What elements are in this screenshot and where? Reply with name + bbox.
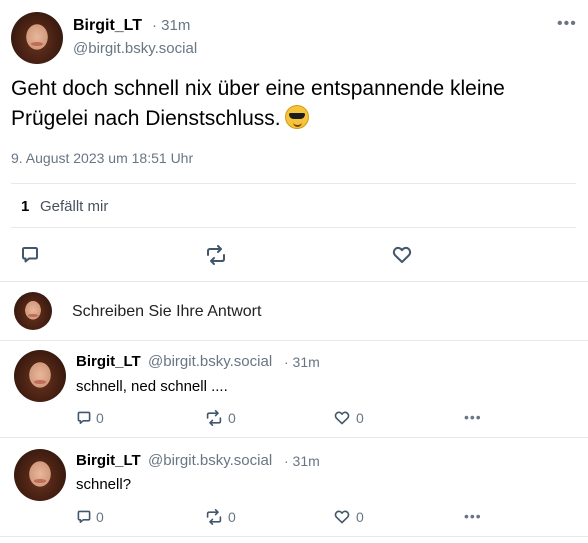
divider	[0, 281, 588, 282]
sunglasses-emoji-icon	[284, 105, 309, 129]
divider	[11, 227, 576, 228]
current-user-avatar	[14, 292, 52, 330]
reply-time: · 31m	[284, 354, 320, 370]
repost-icon[interactable]	[204, 410, 224, 426]
reply-author-name[interactable]: Birgit_LT	[76, 353, 141, 370]
like-count: 0	[356, 410, 364, 426]
post-text-content: Geht doch schnell nix über eine entspann…	[11, 77, 505, 130]
reply-author-handle[interactable]: @birgit.bsky.social	[148, 452, 272, 469]
reply-count: 0	[96, 410, 104, 426]
comment-icon[interactable]	[76, 410, 92, 426]
more-options-icon[interactable]: •••	[464, 409, 482, 425]
post-time: · 31m	[152, 17, 191, 34]
author-name[interactable]: Birgit_LT	[73, 17, 142, 35]
reply-time: · 31m	[284, 453, 320, 469]
reply-author-avatar[interactable]	[14, 449, 66, 501]
heart-icon[interactable]	[334, 509, 350, 525]
divider	[11, 183, 576, 184]
reply-text: schnell?	[76, 476, 132, 493]
heart-icon[interactable]	[392, 245, 412, 265]
more-options-icon[interactable]: •••	[464, 508, 482, 524]
comment-icon[interactable]	[76, 509, 92, 525]
like-count: 0	[356, 509, 364, 525]
repost-count: 0	[228, 509, 236, 525]
more-options-icon[interactable]: •••	[557, 15, 577, 33]
reply-input[interactable]: Schreiben Sie Ihre Antwort	[72, 303, 261, 321]
divider	[0, 437, 588, 438]
heart-icon[interactable]	[334, 410, 350, 426]
repost-icon[interactable]	[204, 509, 224, 525]
reply-author-handle[interactable]: @birgit.bsky.social	[148, 353, 272, 370]
reply-count: 0	[96, 509, 104, 525]
reply-author-avatar[interactable]	[14, 350, 66, 402]
likes-count[interactable]: 1	[21, 198, 29, 215]
comment-icon[interactable]	[20, 245, 40, 265]
repost-count: 0	[228, 410, 236, 426]
post-text: Geht doch schnell nix über eine entspann…	[11, 74, 571, 134]
author-avatar[interactable]	[11, 12, 63, 64]
reply-author-name[interactable]: Birgit_LT	[76, 452, 141, 469]
divider	[0, 536, 588, 537]
likes-label[interactable]: Gefällt mir	[40, 198, 108, 215]
author-handle[interactable]: @birgit.bsky.social	[73, 40, 197, 57]
divider	[0, 340, 588, 341]
post-date: 9. August 2023 um 18:51 Uhr	[11, 150, 194, 166]
repost-icon[interactable]	[204, 245, 228, 265]
reply-text: schnell, ned schnell ....	[76, 378, 228, 395]
